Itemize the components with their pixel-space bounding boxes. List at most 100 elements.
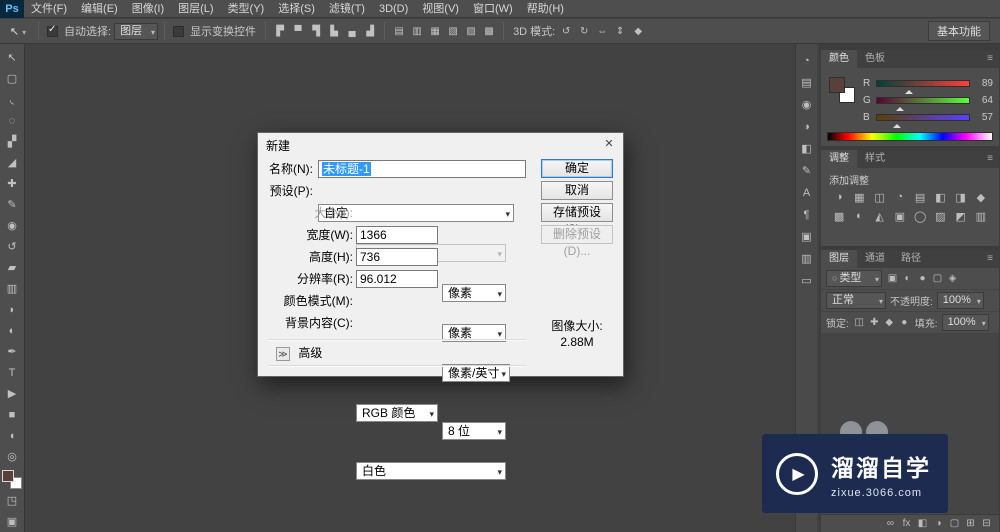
type-tool[interactable]: T: [0, 362, 25, 383]
3d-mode-icon[interactable]: ↺: [558, 26, 574, 37]
lock-icon[interactable]: ◫: [853, 317, 866, 328]
distribute-icon[interactable]: ▥: [409, 26, 425, 37]
menu-item[interactable]: 文件(F): [24, 0, 74, 18]
distribute-icon[interactable]: ▦: [427, 26, 443, 37]
character-panel-icon[interactable]: A: [798, 186, 816, 201]
foreground-background-swatches[interactable]: [2, 470, 22, 489]
background-contents-dropdown[interactable]: 白色: [356, 462, 506, 480]
ok-button[interactable]: 确定: [541, 159, 613, 178]
height-input[interactable]: 736: [356, 248, 438, 266]
tab-swatches[interactable]: 色板: [857, 50, 893, 68]
adjustment-icon[interactable]: ◭: [870, 210, 890, 223]
distribute-icon[interactable]: ▤: [391, 26, 407, 37]
menu-item[interactable]: 图像(I): [125, 0, 171, 18]
filter-type-dropdown[interactable]: 类型: [826, 270, 882, 287]
dialog-titlebar[interactable]: 新建 ✕: [258, 133, 623, 155]
menu-item[interactable]: 3D(D): [372, 0, 415, 18]
chevron-expand-icon[interactable]: ≫: [276, 346, 290, 361]
delete-layer-icon[interactable]: ⊟: [980, 518, 993, 529]
tool-preset-dropdown[interactable]: ↖: [4, 25, 32, 38]
tab-paths[interactable]: 路径: [893, 250, 929, 268]
align-icon[interactable]: ▟: [362, 26, 378, 37]
layer-mask-icon[interactable]: ◧: [916, 518, 929, 529]
tab-adjustments[interactable]: 调整: [821, 150, 857, 168]
distribute-icon[interactable]: ▧: [445, 26, 461, 37]
close-icon[interactable]: ✕: [601, 136, 617, 152]
3d-mode-icon[interactable]: ◆: [630, 26, 646, 37]
menu-item[interactable]: 图层(L): [171, 0, 220, 18]
menu-item[interactable]: 帮助(H): [520, 0, 571, 18]
adjustment-icon[interactable]: ▨: [930, 210, 950, 223]
hand-tool[interactable]: ◖: [0, 425, 25, 446]
width-unit-dropdown[interactable]: 像素: [442, 284, 506, 302]
filter-icon[interactable]: ▣: [886, 273, 899, 284]
marquee-tool[interactable]: ▢: [0, 68, 25, 89]
menu-item[interactable]: 滤镜(T): [322, 0, 372, 18]
menu-item[interactable]: 编辑(E): [74, 0, 125, 18]
adjustments-panel-icon[interactable]: ◑: [798, 120, 816, 135]
adjustment-icon[interactable]: ▦: [849, 191, 869, 204]
adjustment-icon[interactable]: ▥: [971, 210, 991, 223]
align-icon[interactable]: ▄: [344, 26, 360, 37]
auto-select-checkbox[interactable]: [47, 24, 58, 37]
3d-mode-icon[interactable]: ⇔: [594, 26, 610, 37]
filter-icon[interactable]: ●: [916, 273, 929, 284]
filter-icon[interactable]: ◐: [901, 273, 914, 284]
layer-effects-icon[interactable]: fx: [900, 518, 913, 529]
properties-panel-icon[interactable]: ▤: [798, 76, 816, 91]
workspace-switcher-button[interactable]: 基本功能: [928, 21, 990, 41]
shape-tool[interactable]: ■: [0, 404, 25, 425]
align-icon[interactable]: ▙: [326, 26, 342, 37]
g-slider[interactable]: [876, 97, 970, 111]
crop-tool[interactable]: ▞: [0, 131, 25, 152]
tab-layers[interactable]: 图层: [821, 250, 857, 268]
adjustment-icon[interactable]: ◩: [951, 210, 971, 223]
adjustment-icon[interactable]: ◫: [870, 191, 890, 204]
distribute-icon[interactable]: ▨: [463, 26, 479, 37]
history-brush-tool[interactable]: ↺: [0, 236, 25, 257]
bit-depth-dropdown[interactable]: 8 位: [442, 422, 506, 440]
width-input[interactable]: 1366: [356, 226, 438, 244]
tab-channels[interactable]: 通道: [857, 250, 893, 268]
panel-menu-icon[interactable]: [981, 50, 999, 68]
3d-mode-icon[interactable]: ↻: [576, 26, 592, 37]
filter-icon[interactable]: ▢: [931, 273, 944, 284]
notes-panel-icon[interactable]: ▭: [798, 274, 816, 289]
filter-icon[interactable]: ◈: [946, 273, 959, 284]
brush-panel-icon[interactable]: ✎: [798, 164, 816, 179]
3d-mode-icon[interactable]: ⇕: [612, 26, 628, 37]
new-layer-icon[interactable]: ⊞: [964, 518, 977, 529]
eyedropper-tool[interactable]: ◢: [0, 152, 25, 173]
gradient-tool[interactable]: ▥: [0, 278, 25, 299]
adjustment-icon[interactable]: ▩: [829, 210, 849, 223]
foreground-color-swatch[interactable]: [2, 470, 14, 482]
lock-icon[interactable]: ◆: [883, 317, 896, 328]
blur-tool[interactable]: ◗: [0, 299, 25, 320]
panel-menu-icon[interactable]: [981, 150, 999, 168]
tab-color[interactable]: 颜色: [821, 50, 857, 68]
adjustment-icon[interactable]: ◑: [829, 191, 849, 204]
adjustment-icon[interactable]: ◨: [951, 191, 971, 204]
foreground-color-swatch[interactable]: [829, 77, 845, 93]
menu-item[interactable]: 视图(V): [415, 0, 466, 18]
align-icon[interactable]: ▀: [290, 26, 306, 37]
distribute-icon[interactable]: ▩: [481, 26, 497, 37]
menu-item[interactable]: 窗口(W): [466, 0, 520, 18]
lock-icon[interactable]: ●: [898, 317, 911, 328]
move-tool[interactable]: ↖: [0, 47, 25, 68]
resolution-unit-dropdown[interactable]: 像素/英寸: [442, 364, 510, 382]
menu-item[interactable]: 选择(S): [271, 0, 322, 18]
tab-styles[interactable]: 样式: [857, 150, 893, 168]
color-swatch-pair[interactable]: [829, 77, 855, 103]
align-icon[interactable]: ▜: [308, 26, 324, 37]
resolution-input[interactable]: 96.012: [356, 270, 438, 288]
b-slider[interactable]: [876, 114, 970, 128]
name-input[interactable]: 未标题-1: [318, 160, 526, 178]
adjustment-icon[interactable]: ◆: [971, 191, 991, 204]
masks-panel-icon[interactable]: ◧: [798, 142, 816, 157]
fill-dropdown[interactable]: 100%: [941, 314, 989, 331]
zoom-tool[interactable]: ◎: [0, 446, 25, 467]
screen-mode-button[interactable]: ▣: [0, 511, 25, 532]
history-panel-icon[interactable]: ◔: [798, 54, 816, 69]
path-selection-tool[interactable]: ▶: [0, 383, 25, 404]
